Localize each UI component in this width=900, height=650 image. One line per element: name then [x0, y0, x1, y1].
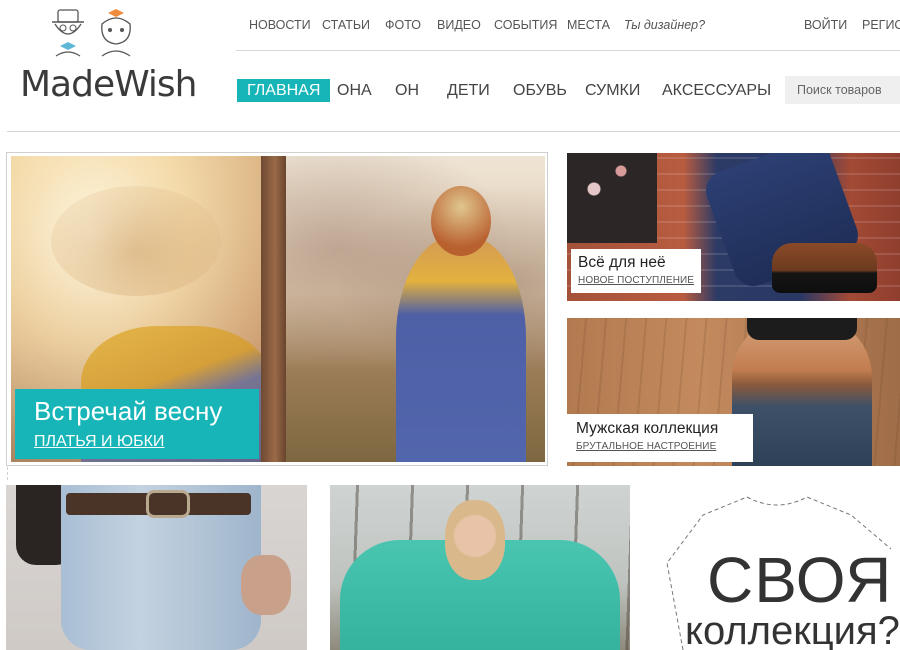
tile-photo-hand: [241, 555, 291, 615]
search-input[interactable]: Поиск товаров: [785, 76, 900, 104]
promo-subtitle: коллекция?: [685, 609, 900, 650]
card-photo-floral: [567, 153, 657, 243]
hero-photo-right: [286, 156, 545, 462]
top-nav-video[interactable]: ВИДЕО: [437, 18, 481, 32]
main-nav-her[interactable]: ОНА: [337, 79, 372, 102]
search-placeholder: Поиск товаров: [797, 83, 882, 97]
card-men-collection[interactable]: Мужская коллекция БРУТАЛЬНОЕ НАСТРОЕНИЕ: [567, 318, 900, 466]
promo-own-collection[interactable]: СВОЯ коллекция?: [655, 485, 900, 650]
top-nav-events[interactable]: СОБЫТИЯ: [494, 18, 557, 32]
card-title: Всё для неё: [578, 254, 666, 271]
hero-caption: Встречай весну ПЛАТЬЯ И ЮБКИ: [15, 389, 259, 459]
hero-photo-tree-trunk: [261, 156, 289, 462]
card-photo-shoe: [772, 243, 877, 293]
register-link[interactable]: РЕГИСТ: [862, 18, 900, 32]
top-nav-divider: [236, 50, 900, 51]
tile-photo-buckle: [146, 490, 190, 518]
main-nav-him[interactable]: ОН: [395, 79, 419, 102]
product-tile-jeans[interactable]: [6, 485, 307, 650]
top-nav-designer[interactable]: Ты дизайнер?: [624, 18, 705, 32]
tile-photo-head: [445, 500, 505, 580]
main-nav-kids[interactable]: ДЕТИ: [447, 79, 490, 102]
header-divider: [7, 131, 900, 132]
logo[interactable]: MadeWish: [18, 8, 197, 108]
card-caption: Всё для неё НОВОЕ ПОСТУПЛЕНИЕ: [571, 249, 701, 293]
main-nav-accessories[interactable]: АКСЕССУАРЫ: [662, 79, 771, 102]
card-caption: Мужская коллекция БРУТАЛЬНОЕ НАСТРОЕНИЕ: [567, 414, 753, 462]
main-nav-bags[interactable]: СУМКИ: [585, 79, 640, 102]
main-nav-shoes[interactable]: ОБУВЬ: [513, 79, 567, 102]
card-photo-sunglasses: [747, 318, 857, 340]
top-nav-news[interactable]: НОВОСТИ: [249, 18, 311, 32]
card-subtitle-link[interactable]: БРУТАЛЬНОЕ НАСТРОЕНИЕ: [576, 441, 716, 452]
hero-photo-hat: [51, 186, 221, 296]
hero-photo-head: [431, 186, 491, 256]
promo-title: СВОЯ: [707, 544, 893, 616]
card-for-her[interactable]: Всё для неё НОВОЕ ПОСТУПЛЕНИЕ: [567, 153, 900, 301]
top-nav: НОВОСТИ СТАТЬИ ФОТО ВИДЕО СОБЫТИЯ МЕСТА …: [236, 18, 900, 40]
main-nav-home[interactable]: ГЛАВНАЯ: [237, 79, 331, 102]
top-nav-places[interactable]: МЕСТА: [567, 18, 610, 32]
hero-photo-girl: [396, 236, 526, 462]
hero-title: Встречай весну: [34, 396, 223, 426]
top-nav-articles[interactable]: СТАТЬИ: [322, 18, 370, 32]
card-title: Мужская коллекция: [576, 420, 719, 437]
top-nav-photo[interactable]: ФОТО: [385, 18, 421, 32]
product-tile-sweater[interactable]: [330, 485, 630, 650]
hero-image: Встречай весну ПЛАТЬЯ И ЮБКИ: [11, 156, 545, 462]
login-link[interactable]: ВОЙТИ: [804, 18, 847, 32]
card-photo-man: [732, 318, 872, 466]
hero-banner[interactable]: Встречай весну ПЛАТЬЯ И ЮБКИ: [6, 152, 548, 466]
hipster-couple-logo-icon: [52, 9, 131, 57]
hero-subtitle-link[interactable]: ПЛАТЬЯ И ЮБКИ: [34, 433, 164, 451]
card-subtitle-link[interactable]: НОВОЕ ПОСТУПЛЕНИЕ: [578, 275, 694, 286]
brand-name: MadeWish: [20, 64, 197, 105]
